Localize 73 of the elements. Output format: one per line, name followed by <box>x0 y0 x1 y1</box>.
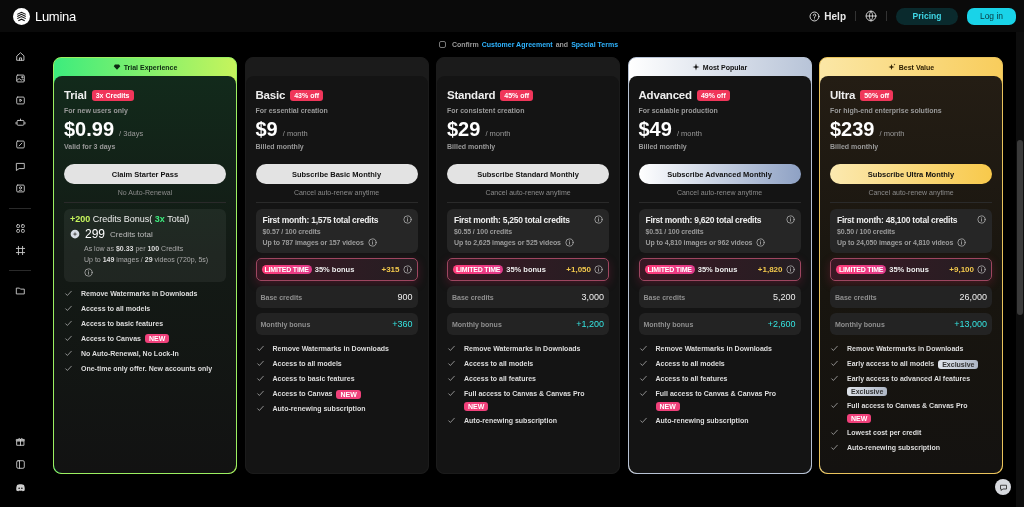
price: $239 <box>830 118 875 141</box>
monthly-bonus: +360 <box>392 319 413 330</box>
coin-icon <box>70 229 80 239</box>
check-icon <box>447 416 456 426</box>
home-icon[interactable] <box>14 51 26 62</box>
price: $49 <box>638 118 672 141</box>
check-icon <box>638 416 648 426</box>
avatar-icon[interactable] <box>14 183 26 194</box>
gift-icon[interactable] <box>14 436 26 447</box>
language-icon[interactable] <box>865 10 877 22</box>
login-button[interactable]: Log in <box>967 7 1016 25</box>
first-month-credits: First month: 9,620 total credits <box>645 215 762 226</box>
monthly-bonus: +1,200 <box>576 319 604 330</box>
sparkle-icon <box>887 63 896 71</box>
brand-name: Lumina <box>35 8 76 24</box>
diamond-icon <box>112 63 121 71</box>
scrollbar[interactable] <box>1016 32 1024 507</box>
info-icon <box>785 215 795 224</box>
first-month-credits: First month: 1,575 total credits <box>262 215 379 226</box>
info-icon <box>564 238 574 248</box>
pricing-button[interactable]: Pricing <box>896 7 958 25</box>
price: $29 <box>447 118 481 141</box>
logo-icon <box>13 7 30 25</box>
info-icon <box>402 265 412 275</box>
chat-icon[interactable] <box>14 161 26 172</box>
info-icon <box>756 238 766 248</box>
crop-icon[interactable] <box>14 245 26 256</box>
plan-name: Basic <box>255 89 286 101</box>
first-month-credits: First month: 5,250 total credits <box>454 215 570 226</box>
monthly-bonus: +13,000 <box>954 319 987 330</box>
info-icon <box>402 215 412 224</box>
base-credits: 5,200 <box>772 292 796 303</box>
info-icon <box>977 215 986 224</box>
info-icon <box>957 238 967 248</box>
folder-icon[interactable] <box>14 285 26 296</box>
info-icon <box>594 265 603 275</box>
plan-name: Trial <box>64 89 87 101</box>
info-icon <box>84 267 93 277</box>
info-icon <box>367 238 377 248</box>
image-icon[interactable] <box>14 73 26 84</box>
checkbox[interactable] <box>438 40 446 48</box>
base-credits: 3,000 <box>581 292 604 303</box>
credits-total: 299 <box>85 227 106 241</box>
apps-icon[interactable] <box>14 223 26 234</box>
help-button[interactable]: Help <box>809 10 846 22</box>
bonus-text: +200 Credits Bonus( 3x Total) <box>70 214 191 224</box>
bonus-amount: +1,820 <box>757 265 783 275</box>
credits-label: Credits total <box>110 229 153 239</box>
price: $0.99 <box>64 118 115 141</box>
bonus-amount: +1,050 <box>566 265 591 275</box>
plan-name: Ultra <box>830 89 856 101</box>
base-credits: 900 <box>397 292 413 303</box>
edit-icon[interactable] <box>14 139 26 150</box>
check-icon <box>830 401 839 411</box>
info-icon <box>977 265 986 275</box>
plan-name: Standard <box>447 89 496 101</box>
plan-name: Advanced <box>638 89 692 101</box>
video-icon[interactable] <box>14 95 26 106</box>
robot-icon[interactable] <box>14 117 26 128</box>
base-credits: 26,000 <box>959 292 987 303</box>
bonus-amount: +9,100 <box>949 265 974 275</box>
help-icon <box>809 10 821 22</box>
chat-icon <box>998 482 1008 492</box>
bonus-amount: +315 <box>381 265 400 275</box>
info-icon <box>594 215 603 224</box>
first-month-credits: First month: 48,100 total credits <box>837 215 958 226</box>
chat-button[interactable] <box>995 479 1011 495</box>
monthly-bonus: +2,600 <box>767 319 796 330</box>
discord-icon[interactable] <box>14 482 26 493</box>
price: $9 <box>255 118 278 141</box>
sparkle-icon <box>691 63 700 71</box>
panel-icon[interactable] <box>14 459 26 470</box>
info-icon <box>785 265 795 275</box>
